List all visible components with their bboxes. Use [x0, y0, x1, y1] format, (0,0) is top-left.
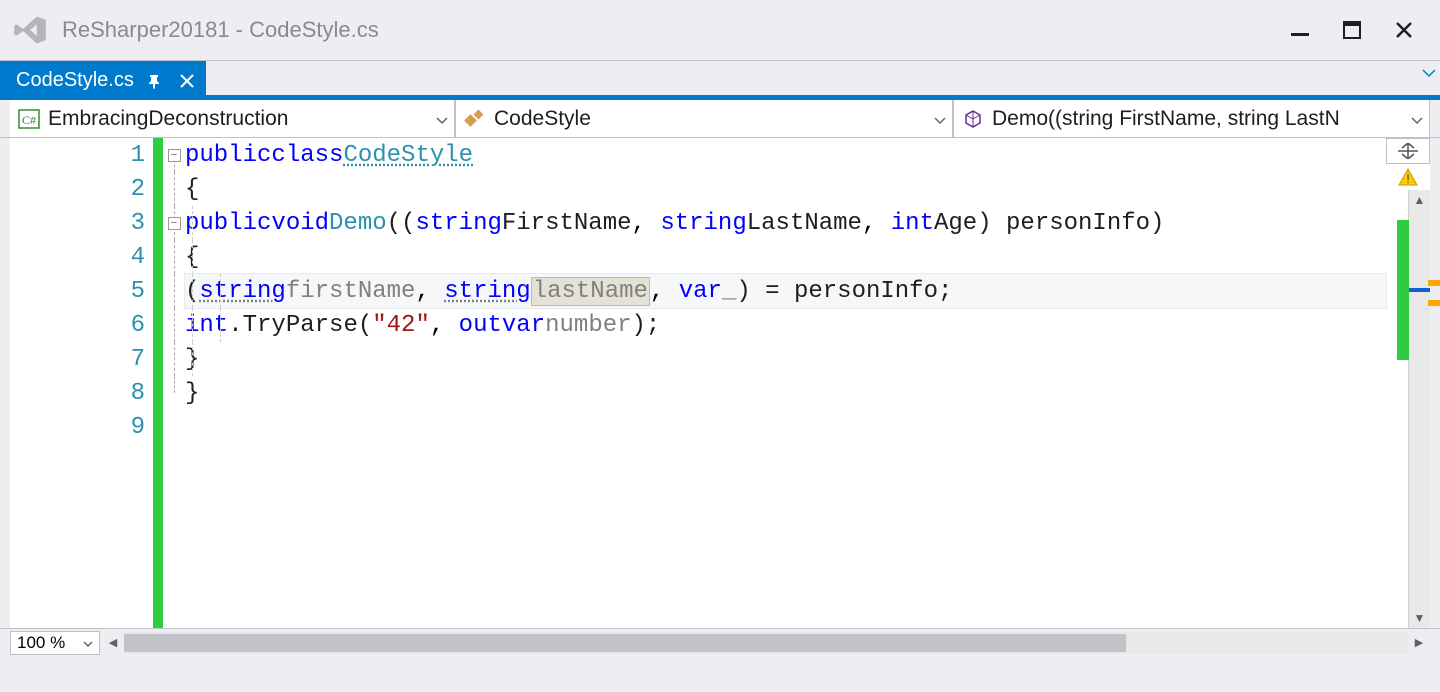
fold-toggle[interactable]: −: [168, 217, 181, 230]
editor: 1 2 3 4 5 6 7 8 9 − − public class CodeS…: [10, 138, 1430, 628]
chevron-down-icon: [934, 107, 946, 131]
visual-studio-logo-icon: [10, 10, 50, 50]
scroll-up-icon[interactable]: ▲: [1409, 190, 1430, 210]
fold-toggle[interactable]: −: [168, 149, 181, 162]
pin-icon[interactable]: [144, 70, 166, 92]
code-line-active: (string firstName, string lastName, var …: [185, 274, 1386, 308]
chevron-down-icon: [83, 633, 93, 653]
code-line: }: [185, 342, 1386, 376]
file-tab[interactable]: CodeStyle.cs: [0, 61, 206, 100]
code-line: int.TryParse("42", out var number);: [185, 308, 1386, 342]
tab-bar: CodeStyle.cs: [0, 60, 1440, 100]
maximize-button[interactable]: [1340, 18, 1364, 42]
class-label: CodeStyle: [494, 107, 591, 131]
line-number: 4: [10, 240, 153, 274]
right-panel: ! ▲ ▼: [1386, 138, 1430, 628]
member-dropdown[interactable]: Demo((string FirstName, string LastN: [953, 100, 1430, 137]
current-line-mark: [1409, 288, 1430, 292]
split-view-icon[interactable]: [1386, 138, 1430, 164]
chevron-down-icon: [436, 107, 448, 131]
change-indicator: [153, 138, 163, 628]
line-number: 7: [10, 342, 153, 376]
status-bar: 100 % ◀ ▶: [0, 628, 1440, 656]
method-icon: [962, 108, 984, 130]
change-mark: [1397, 220, 1409, 360]
line-number: 1: [10, 138, 153, 172]
warning-mark: [1428, 280, 1440, 286]
code-line: }: [185, 376, 1386, 410]
minimize-button[interactable]: [1288, 18, 1312, 42]
tab-bar-rest: [206, 61, 1440, 100]
scroll-right-icon[interactable]: ▶: [1408, 632, 1430, 654]
line-number: 8: [10, 376, 153, 410]
namespace-dropdown[interactable]: C# EmbracingDeconstruction: [10, 100, 455, 137]
warning-mark: [1428, 300, 1440, 306]
zoom-value: 100 %: [17, 633, 65, 653]
horizontal-scrollbar[interactable]: ◀ ▶: [102, 632, 1430, 654]
scroll-track[interactable]: [124, 632, 1408, 654]
line-gutter: 1 2 3 4 5 6 7 8 9: [10, 138, 153, 628]
line-number: 6: [10, 308, 153, 342]
line-number: 9: [10, 410, 153, 444]
nav-bar: C# EmbracingDeconstruction CodeStyle Dem…: [0, 100, 1440, 138]
code-line: public class CodeStyle: [185, 138, 1386, 172]
tab-label: CodeStyle.cs: [16, 69, 134, 92]
member-label: Demo((string FirstName, string LastN: [992, 107, 1340, 131]
scroll-down-icon[interactable]: ▼: [1409, 608, 1430, 628]
code-area[interactable]: public class CodeStyle { public void Dem…: [185, 138, 1386, 628]
fold-column: − −: [163, 138, 185, 628]
vertical-scrollbar[interactable]: ▲ ▼: [1408, 190, 1430, 628]
svg-text:C#: C#: [22, 113, 36, 127]
code-line: {: [185, 172, 1386, 206]
warning-icon[interactable]: !: [1386, 168, 1430, 190]
chevron-down-icon: [1411, 107, 1423, 131]
code-line: {: [185, 240, 1386, 274]
csharp-file-icon: C#: [18, 108, 40, 130]
zoom-dropdown[interactable]: 100 %: [10, 631, 100, 655]
title-bar: ReSharper20181 - CodeStyle.cs: [0, 0, 1440, 60]
line-number: 2: [10, 172, 153, 206]
namespace-label: EmbracingDeconstruction: [48, 107, 288, 131]
class-dropdown[interactable]: CodeStyle: [455, 100, 953, 137]
close-button[interactable]: [1392, 18, 1416, 42]
class-icon: [464, 108, 486, 130]
scroll-thumb[interactable]: [124, 634, 1126, 652]
tab-dropdown-icon[interactable]: [1422, 65, 1436, 83]
line-number: 3: [10, 206, 153, 240]
line-number: 5: [10, 274, 153, 308]
window-controls: [1288, 18, 1430, 42]
window-title: ReSharper20181 - CodeStyle.cs: [62, 17, 1288, 43]
code-line: public void Demo((string FirstName, stri…: [185, 206, 1386, 240]
scroll-left-icon[interactable]: ◀: [102, 632, 124, 654]
svg-text:!: !: [1406, 172, 1409, 186]
code-line: [185, 410, 1386, 444]
close-tab-icon[interactable]: [176, 70, 198, 92]
